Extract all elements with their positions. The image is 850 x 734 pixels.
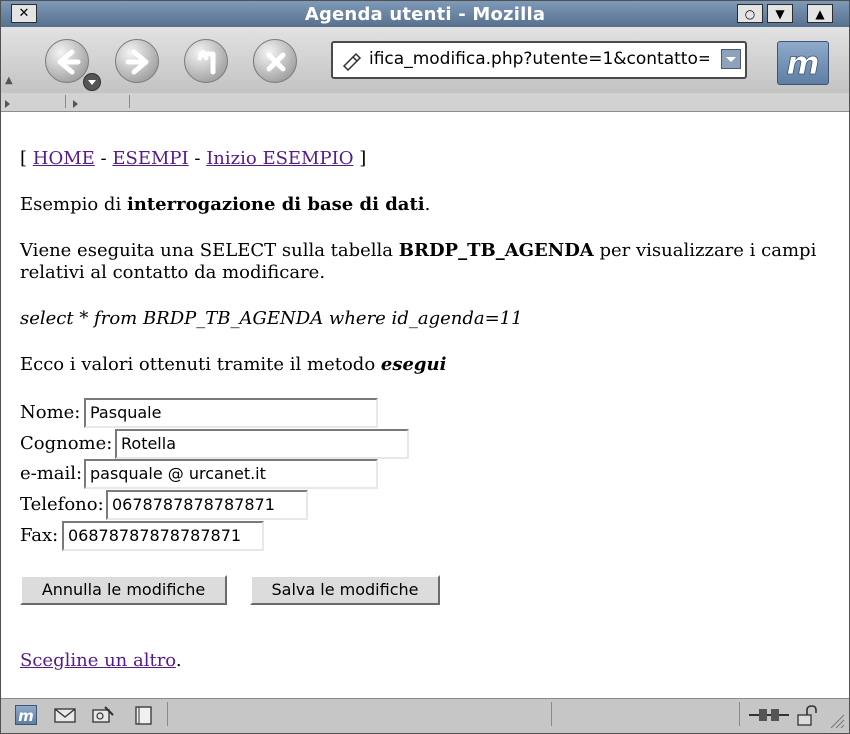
security-lock-icon[interactable] [795, 705, 817, 726]
table-name: BRDP_TB_AGENDA [398, 240, 594, 261]
nome-label: Nome: [20, 402, 81, 423]
fax-input[interactable]: 06878787878787871 [62, 521, 264, 551]
stop-button[interactable] [253, 39, 297, 83]
title-bar: ✕ Agenda utenti - Mozilla ○ ▼ ▲ [1, 1, 849, 27]
reload-button[interactable] [184, 39, 228, 83]
status-divider [551, 702, 552, 726]
page-proxy-icon[interactable] [341, 51, 363, 71]
select-text: Viene eseguita una SELECT sulla tabella [20, 240, 399, 261]
email-label: e-mail: [20, 463, 83, 484]
online-connection-icon[interactable] [749, 705, 789, 725]
minimize-window-icon[interactable]: ▼ [767, 4, 793, 23]
intro-text: Esempio di [20, 194, 127, 215]
inizio-esempio-link[interactable]: Inizio ESEMPIO [206, 148, 353, 169]
cancel-changes-button[interactable]: Annulla le modifiche [20, 575, 227, 605]
breadcrumb-open-bracket: [ [20, 148, 28, 169]
mozilla-logo-icon[interactable]: m [777, 41, 829, 85]
fax-label: Fax: [20, 525, 59, 546]
choose-another-link[interactable]: Scegline un altro [20, 650, 176, 671]
forward-button[interactable] [115, 39, 159, 83]
toolbar-grippy-icon[interactable]: ▲ [5, 75, 19, 89]
home-link[interactable]: HOME [33, 148, 95, 169]
email-input[interactable]: pasquale @ urcanet.it [84, 459, 378, 489]
select-description-line2: relativi al contatto da modificare. [20, 262, 326, 283]
page-content: [ HOME - ESEMPI - Inizio ESEMPIO ] Esemp… [1, 112, 849, 698]
reload-icon [197, 50, 216, 75]
svg-text:m: m [18, 707, 34, 724]
status-divider [167, 702, 168, 726]
composer-icon[interactable] [91, 705, 114, 725]
iconify-window-icon[interactable]: ○ [737, 4, 763, 23]
mail-icon[interactable] [53, 705, 76, 725]
esempi-link[interactable]: ESEMPI [112, 148, 188, 169]
browser-window: ✕ Agenda utenti - Mozilla ○ ▼ ▲ ▲ ifica_… [0, 0, 850, 734]
breadcrumb: [ HOME - ESEMPI - Inizio ESEMPIO ] [20, 148, 366, 169]
intro-paragraph: Esempio di interrogazione di base di dat… [20, 194, 430, 215]
resize-grip-icon[interactable] [829, 713, 845, 729]
maximize-window-icon[interactable]: ▲ [807, 4, 833, 23]
back-history-dropdown-icon[interactable] [83, 73, 101, 91]
nome-input[interactable]: Pasquale [84, 398, 378, 428]
telefono-label: Telefono: [20, 494, 104, 515]
breadcrumb-separator: - [100, 148, 107, 169]
back-button[interactable] [45, 39, 89, 83]
choose-another: Scegline un altro. [20, 650, 182, 671]
telefono-input[interactable]: 0678787878787871 [106, 490, 308, 520]
address-book-icon[interactable] [133, 705, 155, 725]
status-bar: m [1, 698, 849, 733]
method-name: esegui [380, 354, 447, 375]
url-text[interactable]: ifica_modifica.php?utente=1&contatto=11 [369, 49, 709, 69]
intro-bold: interrogazione di base di dati [126, 194, 425, 215]
status-divider [739, 702, 740, 726]
toolbar-grippy-1[interactable] [3, 95, 66, 108]
select-text-end: per visualizzare i campi [593, 240, 817, 261]
url-dropdown-icon[interactable] [721, 49, 741, 69]
sql-query: select * from BRDP_TB_AGENDA where id_ag… [20, 308, 523, 329]
choose-another-period: . [175, 650, 182, 671]
values-text: Ecco i valori ottenuti tramite il metodo [20, 354, 381, 375]
window-title: Agenda utenti - Mozilla [304, 4, 546, 25]
personal-toolbar [1, 93, 849, 112]
cognome-input[interactable]: Rotella [115, 429, 409, 459]
url-bar[interactable]: ifica_modifica.php?utente=1&contatto=11 [331, 41, 747, 79]
intro-period: . [424, 194, 431, 215]
values-description: Ecco i valori ottenuti tramite il metodo… [20, 354, 446, 375]
navigator-icon[interactable]: m [15, 705, 37, 725]
toolbar-grippy-2[interactable] [71, 95, 130, 108]
breadcrumb-close-bracket: ] [359, 148, 367, 169]
cognome-label: Cognome: [20, 433, 113, 454]
select-description: Viene eseguita una SELECT sulla tabella … [20, 240, 816, 261]
navigation-toolbar: ▲ ifica_modifica.php?utente=1&contatto=1… [1, 27, 849, 94]
svg-text:m: m [786, 44, 819, 82]
breadcrumb-separator: - [194, 148, 201, 169]
forward-arrow-icon [125, 49, 149, 75]
stop-icon [266, 52, 286, 72]
save-changes-button[interactable]: Salva le modifiche [250, 575, 440, 605]
